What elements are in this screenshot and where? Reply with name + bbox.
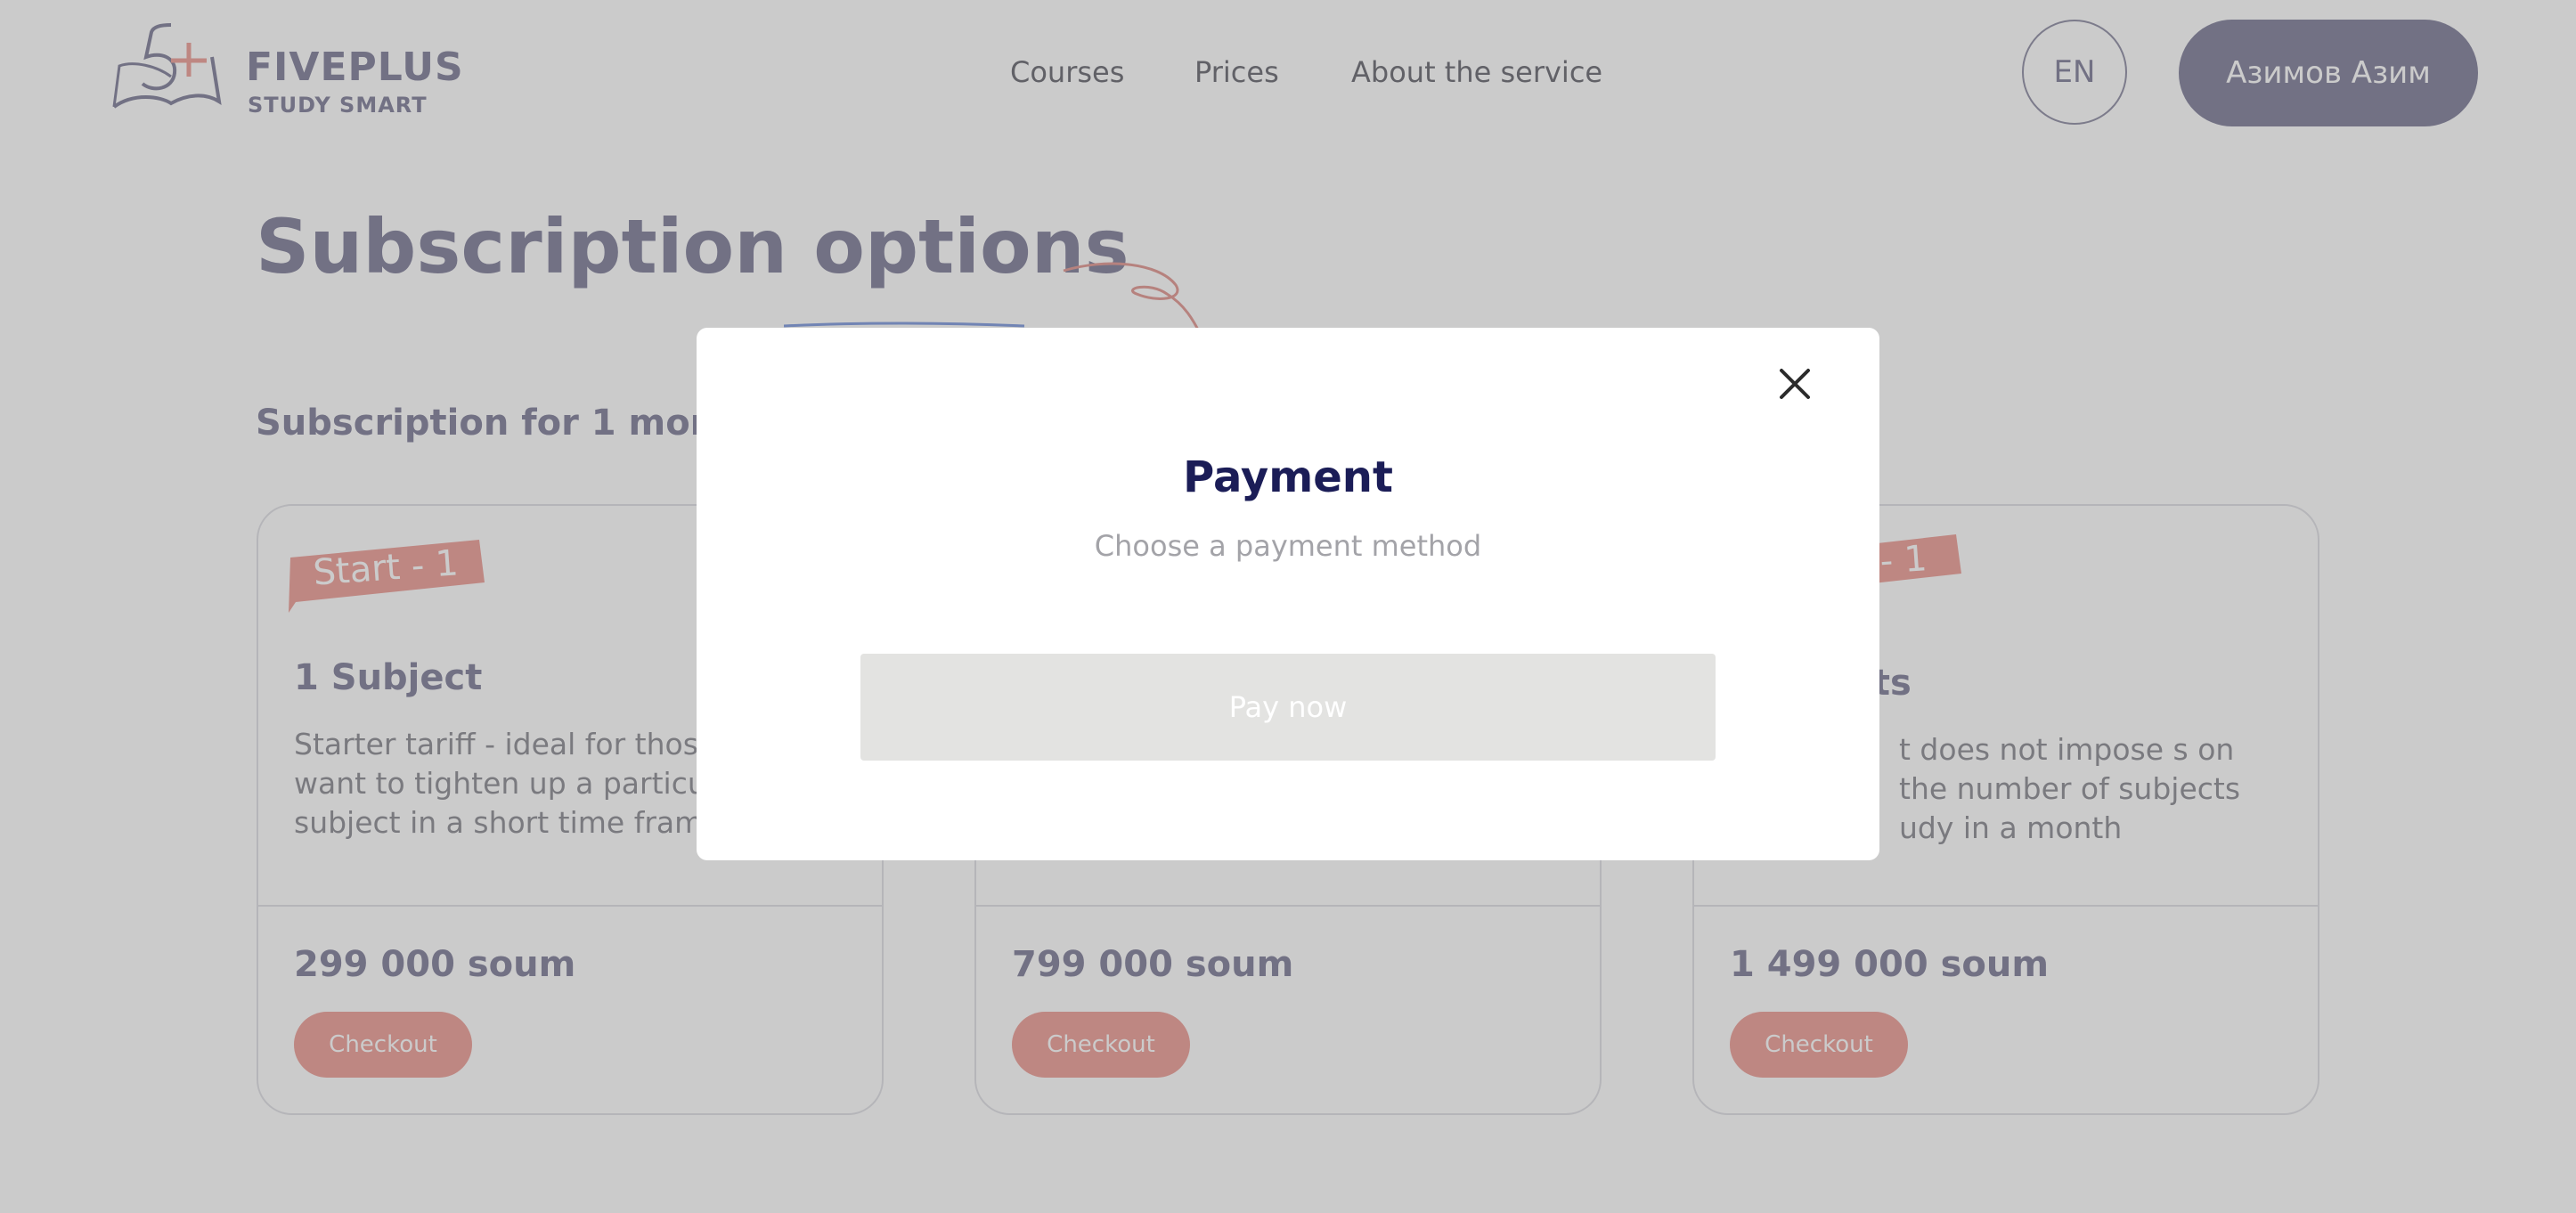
pay-now-button[interactable]: Pay now: [860, 654, 1716, 761]
page: FIVEPLUS STUDY SMART Courses Prices Abou…: [0, 0, 2576, 1213]
close-icon[interactable]: [1774, 363, 1815, 404]
modal-title: Payment: [1183, 452, 1393, 502]
payment-modal: Payment Choose a payment method Pay now: [697, 328, 1879, 860]
modal-subtitle: Choose a payment method: [1094, 529, 1482, 563]
